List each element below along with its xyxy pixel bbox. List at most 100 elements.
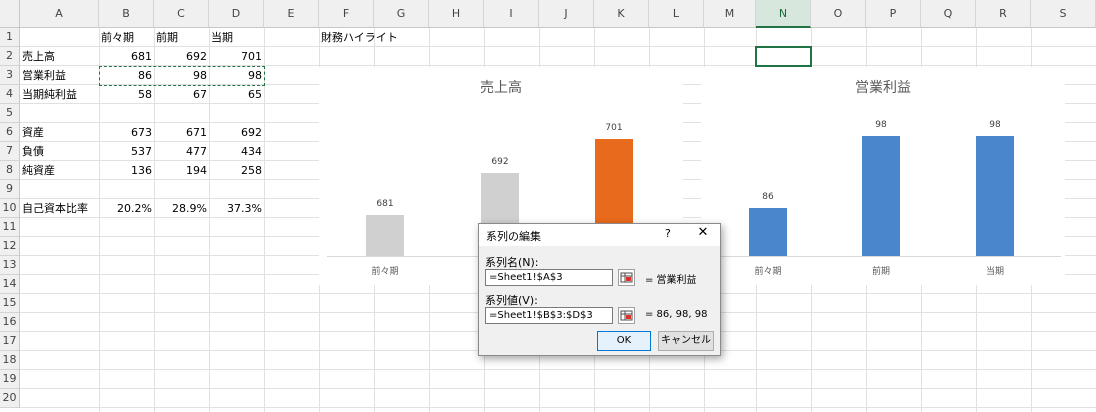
column-header-s[interactable]: S	[1031, 0, 1096, 28]
close-icon[interactable]: ✕	[694, 225, 712, 240]
ok-button[interactable]: OK	[597, 331, 651, 351]
category-label-touki: 当期	[985, 267, 1004, 277]
column-header-d[interactable]: D	[209, 0, 264, 28]
help-icon[interactable]: ?	[665, 227, 671, 240]
column-header-r[interactable]: R	[976, 0, 1031, 28]
column-header-h[interactable]: H	[429, 0, 484, 28]
cell-d6[interactable]: 692	[209, 123, 264, 142]
row-header-3[interactable]: 3	[0, 66, 20, 85]
cancel-button[interactable]: キャンセル	[658, 331, 714, 351]
row-header-10[interactable]: 10	[0, 199, 20, 218]
row-header-6[interactable]: 6	[0, 123, 20, 142]
cell-b10[interactable]: 20.2%	[99, 199, 154, 218]
row-header-14[interactable]: 14	[0, 275, 20, 294]
range-select-icon[interactable]	[618, 307, 635, 324]
cell-a2[interactable]: 売上高	[20, 47, 99, 66]
bar-zenzenki[interactable]	[749, 208, 787, 256]
series-name-input[interactable]: =Sheet1!$A$3	[485, 269, 613, 286]
column-header-f[interactable]: F	[319, 0, 374, 28]
row-header-15[interactable]: 15	[0, 294, 20, 313]
cell-b4[interactable]: 58	[99, 85, 154, 104]
chart-title: 営業利益	[855, 80, 911, 96]
bar-zenki[interactable]	[862, 136, 900, 256]
category-label-zenzenki: 前々期	[754, 267, 782, 277]
cell-d10[interactable]: 37.3%	[209, 199, 264, 218]
row-header-19[interactable]: 19	[0, 370, 20, 389]
row-header-11[interactable]: 11	[0, 218, 20, 237]
cell-a8[interactable]: 純資産	[20, 161, 99, 180]
cell-d7[interactable]: 434	[209, 142, 264, 161]
bar-zenzenki[interactable]	[366, 214, 404, 256]
column-header-p[interactable]: P	[866, 0, 921, 28]
gridline	[20, 407, 1096, 408]
row-header-1[interactable]: 1	[0, 28, 20, 47]
cell-d2[interactable]: 701	[209, 47, 264, 66]
cell-c6[interactable]: 671	[154, 123, 209, 142]
cell-a6[interactable]: 資産	[20, 123, 99, 142]
row-header-13[interactable]: 13	[0, 256, 20, 275]
column-header-m[interactable]: M	[704, 0, 756, 28]
row-header-12[interactable]: 12	[0, 237, 20, 256]
cell-b2[interactable]: 681	[99, 47, 154, 66]
row-header-17[interactable]: 17	[0, 332, 20, 351]
cell-a7[interactable]: 負債	[20, 142, 99, 161]
active-cell-n2[interactable]	[755, 46, 812, 67]
cell-d8[interactable]: 258	[209, 161, 264, 180]
bar-touki[interactable]	[976, 136, 1014, 256]
column-header-e[interactable]: E	[264, 0, 319, 28]
column-header-a[interactable]: A	[20, 0, 99, 28]
cell-c2[interactable]: 692	[154, 47, 209, 66]
cell-d4[interactable]: 65	[209, 85, 264, 104]
cell-b1[interactable]: 前々期	[99, 28, 154, 47]
cell-b6[interactable]: 673	[99, 123, 154, 142]
column-header-q[interactable]: Q	[921, 0, 976, 28]
data-label-zenzenki: 86	[762, 192, 774, 202]
row-header-8[interactable]: 8	[0, 161, 20, 180]
row-header-7[interactable]: 7	[0, 142, 20, 161]
select-all-corner[interactable]	[0, 0, 20, 28]
row-header-20[interactable]: 20	[0, 389, 20, 408]
cell-a4[interactable]: 当期純利益	[20, 85, 99, 104]
series-values-input[interactable]: =Sheet1!$B$3:$D$3	[485, 307, 613, 324]
cell-c7[interactable]: 477	[154, 142, 209, 161]
cell-c1[interactable]: 前期	[154, 28, 209, 47]
cell-c4[interactable]: 67	[154, 85, 209, 104]
dialog-titlebar[interactable]: 系列の編集 ? ✕	[479, 224, 720, 246]
data-label-touki: 701	[605, 123, 623, 134]
column-header-b[interactable]: B	[99, 0, 154, 28]
series-name-preview: = 営業利益	[645, 275, 697, 286]
column-header-o[interactable]: O	[811, 0, 866, 28]
column-header-l[interactable]: L	[649, 0, 704, 28]
cell-b7[interactable]: 537	[99, 142, 154, 161]
row-header-5[interactable]: 5	[0, 104, 20, 123]
cell-f1[interactable]: 財務ハイライト	[319, 28, 429, 47]
data-label-zenki: 98	[875, 120, 887, 130]
cell-a3[interactable]: 営業利益	[20, 66, 99, 85]
cell-b8[interactable]: 136	[99, 161, 154, 180]
series-values-preview: = 86, 98, 98	[645, 309, 708, 320]
cell-c8[interactable]: 194	[154, 161, 209, 180]
gridline	[20, 369, 1096, 370]
column-header-k[interactable]: K	[594, 0, 649, 28]
column-header-i[interactable]: I	[484, 0, 539, 28]
series-values-label: 系列値(V):	[485, 294, 538, 307]
category-label-zenki: 前期	[871, 267, 890, 277]
chart-title: 売上高	[480, 80, 522, 96]
column-header-g[interactable]: G	[374, 0, 429, 28]
row-header-2[interactable]: 2	[0, 47, 20, 66]
operating-profit-chart[interactable]: 営業利益 86 98 98 前々期 前期 当期	[701, 67, 1065, 285]
edit-series-dialog: 系列の編集 ? ✕ 系列名(N): =Sheet1!$A$3 = 営業利益 系列…	[478, 223, 721, 356]
cell-c10[interactable]: 28.9%	[154, 199, 209, 218]
cell-d1[interactable]: 当期	[209, 28, 264, 47]
row-header-9[interactable]: 9	[0, 180, 20, 199]
column-header-c[interactable]: C	[154, 0, 209, 28]
cell-a10[interactable]: 自己資本比率	[20, 199, 99, 218]
row-header-18[interactable]: 18	[0, 351, 20, 370]
column-header-j[interactable]: J	[539, 0, 594, 28]
range-select-icon[interactable]	[618, 269, 635, 286]
column-header-n[interactable]: N	[756, 0, 811, 28]
series-name-label: 系列名(N):	[485, 256, 539, 269]
row-header-16[interactable]: 16	[0, 313, 20, 332]
dialog-title: 系列の編集	[486, 230, 541, 243]
row-header-4[interactable]: 4	[0, 85, 20, 104]
